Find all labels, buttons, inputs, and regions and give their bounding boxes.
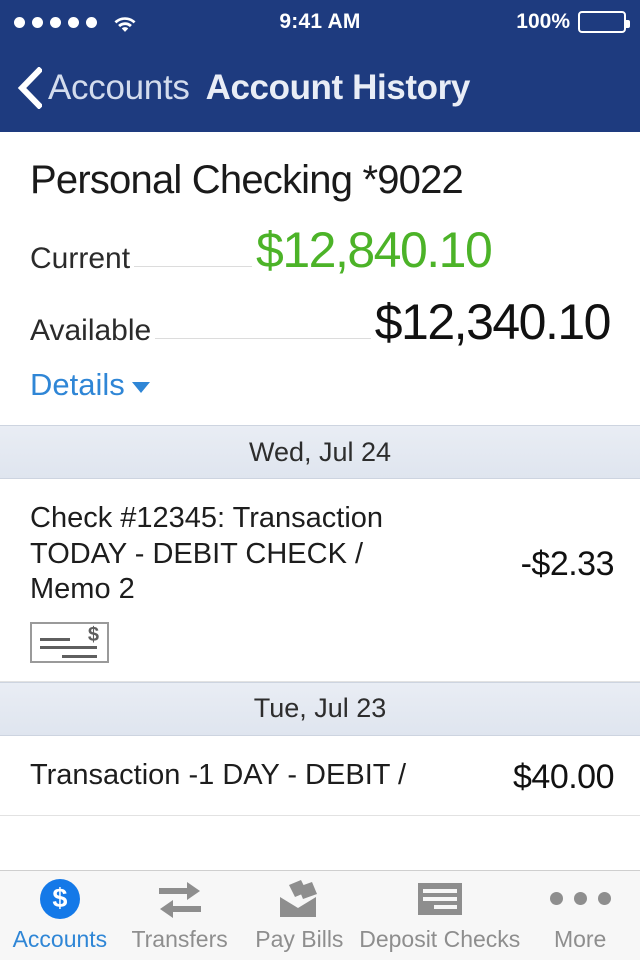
check-dollar-glyph: $ bbox=[87, 623, 99, 646]
tab-accounts[interactable]: $ Accounts bbox=[0, 871, 120, 960]
transaction-amount: -$2.33 bbox=[520, 545, 615, 583]
dollar-coin-icon: $ bbox=[39, 878, 80, 919]
transaction-description: Check #12345: Transaction TODAY - DEBIT … bbox=[30, 502, 384, 606]
tab-transfers-label: Transfers bbox=[131, 925, 228, 952]
transaction-row[interactable]: Check #12345: Transaction TODAY - DEBIT … bbox=[0, 479, 640, 682]
check-image-icon[interactable]: $ bbox=[30, 621, 109, 663]
balance-label-available: Available bbox=[30, 314, 152, 347]
page-title: Account History bbox=[205, 68, 471, 107]
back-button-label[interactable]: Accounts bbox=[48, 68, 190, 108]
status-bar: 9:41 AM 100% bbox=[0, 0, 640, 44]
tab-transfers[interactable]: Transfers bbox=[120, 871, 240, 960]
tab-deposit-checks-label: Deposit Checks bbox=[359, 925, 521, 952]
balance-leader-line bbox=[134, 266, 253, 267]
app-screen: 9:41 AM 100% Accounts Account History Pe… bbox=[0, 0, 640, 960]
chevron-left-icon[interactable] bbox=[16, 66, 44, 110]
details-toggle[interactable]: Details bbox=[30, 367, 150, 403]
envelope-pen-icon bbox=[276, 879, 322, 919]
transaction-details: Check #12345: Transaction TODAY - DEBIT … bbox=[30, 501, 430, 663]
details-label: Details bbox=[30, 367, 125, 402]
date-group-header: Wed, Jul 24 bbox=[0, 425, 640, 479]
tab-pay-bills[interactable]: Pay Bills bbox=[239, 871, 359, 960]
tab-more-label: More bbox=[553, 925, 607, 952]
balance-value-available: $12,340.10 bbox=[374, 294, 612, 350]
account-name: Personal Checking *9022 bbox=[30, 158, 464, 202]
tab-accounts-label: Accounts bbox=[12, 925, 108, 952]
balance-value-current: $12,840.10 bbox=[256, 222, 493, 278]
balance-row-available: Available $12,340.10 bbox=[30, 294, 612, 350]
transaction-row[interactable]: Transaction -1 DAY - DEBIT / $40.00 bbox=[0, 735, 640, 816]
transaction-description: Transaction -1 DAY - DEBIT / bbox=[30, 758, 407, 791]
balance-leader-line bbox=[155, 338, 371, 339]
tab-more[interactable]: More bbox=[520, 871, 640, 960]
transaction-details: Transaction -1 DAY - DEBIT / bbox=[30, 758, 406, 794]
date-group-header: Tue, Jul 23 bbox=[0, 681, 640, 736]
tab-pay-bills-label: Pay Bills bbox=[255, 925, 344, 952]
tab-deposit-checks[interactable]: Deposit Checks bbox=[359, 871, 520, 960]
balance-row-current: Current $12,840.10 bbox=[30, 225, 610, 275]
deposit-check-icon bbox=[417, 879, 462, 919]
caret-down-icon bbox=[131, 382, 150, 393]
balance-label-current: Current bbox=[30, 242, 131, 275]
ellipsis-icon bbox=[549, 879, 611, 919]
transaction-amount: $40.00 bbox=[513, 757, 615, 796]
transfer-arrows-icon bbox=[157, 879, 203, 919]
tab-bar: $ Accounts Transfers Pay Bills Deposit C… bbox=[0, 870, 640, 960]
battery-icon bbox=[578, 11, 630, 33]
status-bar-clock: 9:41 AM bbox=[279, 10, 361, 33]
account-summary: Personal Checking *9022 Current $12,840.… bbox=[0, 132, 640, 425]
nav-bar: Accounts Account History bbox=[0, 44, 640, 132]
